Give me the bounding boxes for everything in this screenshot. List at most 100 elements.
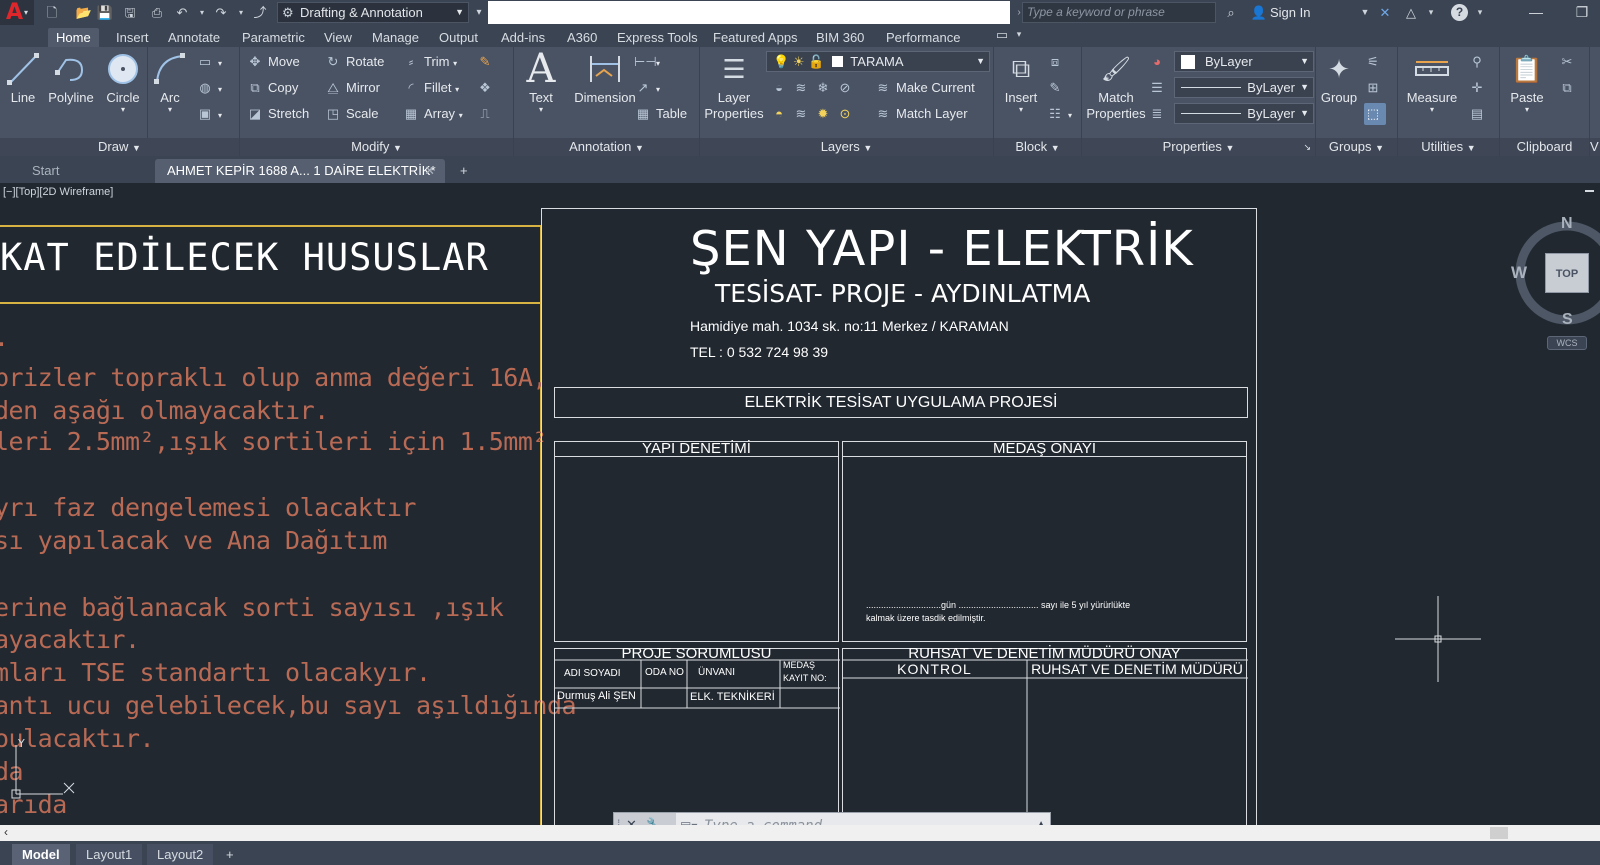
line-button[interactable]: Line: [4, 50, 42, 105]
properties-panel-title[interactable]: Properties ▼ ↘: [1082, 138, 1315, 156]
redo-icon[interactable]: ↷: [212, 4, 230, 21]
layer-tool-1[interactable]: ◒ ≋ ❄ ⊘: [770, 77, 858, 99]
tab-insert[interactable]: Insert: [108, 28, 157, 47]
clipboard-panel-title[interactable]: Clipboard: [1500, 138, 1589, 156]
point-style-button[interactable]: ✛: [1468, 77, 1490, 99]
arc-button[interactable]: Arc ▾: [150, 50, 190, 114]
color-dropdown[interactable]: ByLayer ▼: [1174, 51, 1314, 72]
tab-layout1[interactable]: Layout1: [76, 844, 143, 865]
cut-button[interactable]: ✂: [1558, 51, 1580, 73]
tab-output[interactable]: Output: [431, 28, 486, 47]
circle-button[interactable]: Circle ▾: [102, 50, 144, 114]
customize-quick-access-icon[interactable]: ▾: [470, 4, 488, 21]
hatch-button[interactable]: ◍ ▾: [196, 77, 222, 99]
chevron-down-icon[interactable]: ▾: [1422, 4, 1440, 21]
match-properties-button[interactable]: 🖌 Match Properties: [1084, 50, 1148, 122]
erase-button[interactable]: ✎: [476, 51, 498, 73]
workspace-dropdown[interactable]: ⚙ Drafting & Annotation ▼: [277, 2, 469, 23]
tab-annotate[interactable]: Annotate: [160, 28, 228, 47]
viewport-minimize-icon[interactable]: [1585, 190, 1594, 192]
rotate-button[interactable]: ↻ Rotate: [324, 51, 385, 73]
group-button[interactable]: ✦ Group: [1318, 50, 1360, 106]
tab-manage[interactable]: Manage: [364, 28, 427, 47]
calculator-button[interactable]: ▤: [1468, 103, 1490, 125]
lineweight-dropdown[interactable]: ByLayer ▼: [1174, 103, 1314, 124]
mirror-button[interactable]: ⧋ Mirror: [324, 77, 380, 99]
annotation-panel-title[interactable]: Annotation ▼: [514, 138, 699, 156]
quick-select-button[interactable]: ⚲: [1468, 51, 1490, 73]
block-panel-title[interactable]: Block ▼: [994, 138, 1081, 156]
save-icon[interactable]: 💾: [96, 4, 114, 21]
block-attributes-button[interactable]: ☷ ▾: [1046, 103, 1072, 125]
insert-block-button[interactable]: ⧉ Insert ▾: [996, 50, 1046, 114]
new-file-icon[interactable]: 🗋: [43, 4, 61, 21]
copy-clip-button[interactable]: ⧉: [1558, 77, 1580, 99]
text-button[interactable]: A Text ▾: [520, 46, 562, 114]
trim-button[interactable]: ⸗ Trim ▾: [402, 51, 457, 73]
modify-panel-title[interactable]: Modify ▼: [240, 138, 513, 156]
chevron-down-icon[interactable]: ▼: [1356, 4, 1374, 21]
share-icon[interactable]: ⤴: [251, 4, 269, 21]
chevron-down-icon[interactable]: ▾: [1471, 4, 1489, 21]
tab-express-tools[interactable]: Express Tools: [609, 28, 706, 47]
redo-dropdown-icon[interactable]: ▾: [232, 4, 250, 21]
new-tab-button[interactable]: +: [452, 159, 478, 183]
tab-model[interactable]: Model: [12, 844, 70, 865]
tab-bim-360[interactable]: BIM 360: [808, 28, 872, 47]
group-edit-button[interactable]: ⊞: [1364, 77, 1386, 99]
help-icon[interactable]: ?: [1451, 4, 1468, 21]
paste-button[interactable]: 📋 Paste ▾: [1502, 50, 1552, 115]
linear-dimension-button[interactable]: ⊢⊣▾: [634, 51, 660, 73]
stretch-button[interactable]: ◪ Stretch: [246, 103, 309, 125]
ribbon-minimize-icon[interactable]: ▭: [993, 26, 1011, 43]
close-icon[interactable]: ✕: [424, 159, 435, 183]
ungroup-button[interactable]: ⚟: [1364, 51, 1386, 73]
tab-a360[interactable]: A360: [559, 28, 605, 47]
active-drawing-tab[interactable]: AHMET KEPİR 1688 A... 1 DAİRE ELEKTRİK* …: [155, 159, 445, 183]
boundary-button[interactable]: ▣ ▾: [196, 103, 222, 125]
measure-button[interactable]: Measure ▾: [1400, 50, 1464, 114]
top-face[interactable]: TOP: [1545, 253, 1589, 293]
layer-dropdown[interactable]: 💡 ☀ 🔓 TARAMA ▼: [766, 51, 990, 72]
polyline-button[interactable]: Polyline: [44, 50, 98, 105]
chevron-left-icon[interactable]: ‹: [4, 825, 8, 839]
wcs-menu[interactable]: WCS: [1547, 336, 1587, 350]
view-cube[interactable]: N S W TOP WCS: [1505, 215, 1600, 350]
make-current-button[interactable]: ≋ Make Current: [874, 77, 975, 99]
drawing-canvas[interactable]: [−][Top][2D Wireframe] KAT EDİLECEK HUSU…: [0, 183, 1600, 825]
tab-view[interactable]: View: [316, 28, 360, 47]
minimize-button[interactable]: —: [1516, 0, 1556, 25]
table-button[interactable]: ▦ Table: [634, 103, 687, 125]
tab-home[interactable]: Home: [48, 28, 99, 47]
tab-parametric[interactable]: Parametric: [234, 28, 313, 47]
new-layout-button[interactable]: +: [220, 844, 240, 865]
groups-panel-title[interactable]: Groups ▼: [1316, 138, 1397, 156]
layer-tool-2[interactable]: ◓ ≋ ✹ ⊙: [770, 103, 858, 125]
draw-panel-title[interactable]: Draw ▼: [0, 138, 239, 156]
south-label[interactable]: S: [1562, 311, 1573, 329]
create-block-button[interactable]: ⧈: [1046, 51, 1068, 73]
dialog-launcher-icon[interactable]: ↘: [1303, 138, 1311, 156]
offset-button[interactable]: ⎍: [476, 103, 498, 125]
fillet-button[interactable]: ◜ Fillet ▾: [402, 77, 459, 99]
view-panel-title[interactable]: V: [1590, 138, 1600, 156]
tab-performance[interactable]: Performance: [878, 28, 968, 47]
chevron-down-icon[interactable]: ▾: [1010, 26, 1028, 43]
sign-in-button[interactable]: Sign In: [1270, 2, 1310, 23]
search-input[interactable]: Type a keyword or phrase: [1022, 2, 1216, 23]
array-button[interactable]: ▦ Array ▾: [402, 103, 463, 125]
rectangle-button[interactable]: ▭ ▾: [196, 51, 222, 73]
a360-icon[interactable]: △: [1402, 4, 1420, 21]
west-label[interactable]: W: [1511, 263, 1527, 283]
north-label[interactable]: N: [1561, 215, 1573, 233]
undo-dropdown-icon[interactable]: ▾: [193, 4, 211, 21]
save-as-icon[interactable]: 🖫: [121, 4, 139, 21]
move-button[interactable]: ✥ Move: [246, 51, 300, 73]
group-selection-toggle[interactable]: ⬚: [1364, 103, 1386, 125]
utilities-panel-title[interactable]: Utilities ▼: [1398, 138, 1499, 156]
horizontal-scrollbar[interactable]: ‹: [0, 825, 1600, 841]
tab-add-ins[interactable]: Add-ins: [493, 28, 553, 47]
dimension-button[interactable]: Dimension: [566, 50, 644, 105]
layer-properties-button[interactable]: ☰ Layer Properties: [702, 50, 766, 122]
binoculars-icon[interactable]: ⌕: [1222, 4, 1240, 21]
